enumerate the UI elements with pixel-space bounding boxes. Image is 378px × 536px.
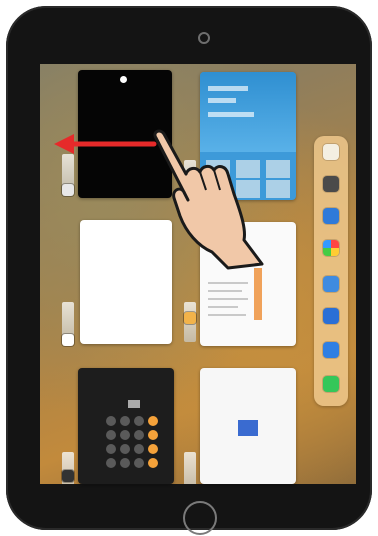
calculator-key	[120, 430, 130, 440]
safari-icon[interactable]	[323, 342, 339, 358]
messages-icon[interactable]	[323, 376, 339, 392]
calculator-key	[134, 444, 144, 454]
list-line	[208, 314, 246, 316]
calculator-key	[148, 430, 158, 440]
app-card-calculator[interactable]	[78, 368, 174, 484]
calculator-key	[134, 416, 144, 426]
calculator-key	[106, 458, 116, 468]
settings-icon[interactable]	[323, 176, 339, 192]
list-line	[208, 298, 248, 300]
calculator-key	[148, 444, 158, 454]
calculator-key	[120, 458, 130, 468]
calculator-key	[120, 444, 130, 454]
calculator-key	[106, 416, 116, 426]
highlight-column	[254, 268, 262, 320]
pages-icon[interactable]	[323, 276, 339, 292]
calculator-display	[128, 400, 140, 408]
document-image	[238, 420, 258, 436]
card-app-label	[184, 452, 196, 484]
calculator-key	[106, 430, 116, 440]
dark-app-icon[interactable]	[62, 184, 74, 196]
app-icon[interactable]	[62, 334, 74, 346]
weather-line	[208, 86, 248, 91]
dock	[314, 136, 348, 406]
list-line	[208, 290, 242, 292]
calculator-key	[134, 458, 144, 468]
weather-line	[208, 112, 254, 117]
calculator-key	[106, 444, 116, 454]
notes-icon[interactable]	[184, 312, 196, 324]
list-line	[208, 282, 248, 284]
notes-icon[interactable]	[323, 308, 339, 324]
calculator-key	[134, 430, 144, 440]
app-card-document[interactable]	[200, 368, 296, 484]
calculator-key	[120, 416, 130, 426]
calculator-key	[148, 416, 158, 426]
home-button[interactable]	[183, 501, 217, 535]
files-icon[interactable]	[323, 208, 339, 224]
list-line	[208, 306, 238, 308]
photos-icon[interactable]	[323, 240, 339, 256]
calculator-icon[interactable]	[62, 470, 74, 482]
weather-line	[208, 98, 236, 103]
front-camera	[198, 32, 210, 44]
camera-dot	[120, 76, 127, 83]
hand-pointer-icon	[153, 129, 264, 270]
folder-icon[interactable]	[323, 144, 339, 160]
calculator-key	[148, 458, 158, 468]
